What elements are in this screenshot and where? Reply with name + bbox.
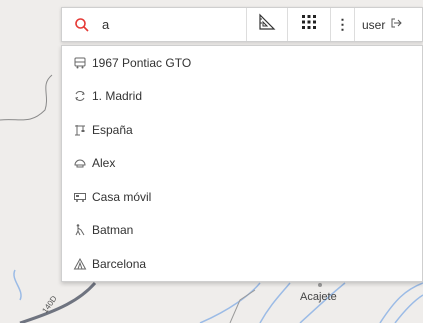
result-label: Barcelona bbox=[92, 256, 147, 271]
search-result-item[interactable]: España bbox=[62, 113, 422, 147]
search-result-item[interactable]: 1967 Pontiac GTO bbox=[62, 46, 422, 80]
crane-icon bbox=[73, 123, 87, 137]
result-label: 1. Madrid bbox=[92, 89, 143, 104]
search-result-item[interactable]: Barcelona bbox=[62, 247, 422, 281]
camper-icon bbox=[73, 190, 87, 204]
search-results-dropdown: 1967 Pontiac GTO 1. Madrid España Alex C… bbox=[61, 45, 423, 282]
result-label: 1967 Pontiac GTO bbox=[92, 55, 192, 70]
apps-button[interactable] bbox=[288, 8, 331, 41]
result-label: Casa móvil bbox=[92, 189, 152, 204]
user-label: user bbox=[362, 17, 386, 32]
top-toolbar: ⋮ user bbox=[61, 7, 423, 42]
search-result-item[interactable]: Casa móvil bbox=[62, 180, 422, 214]
search-result-item[interactable]: Batman bbox=[62, 214, 422, 248]
bus-icon bbox=[73, 56, 87, 70]
ruler-icon bbox=[258, 13, 276, 36]
recycle-icon bbox=[73, 89, 87, 103]
map-place-label: Acajete bbox=[300, 291, 337, 303]
tent-icon bbox=[73, 257, 87, 271]
measure-button[interactable] bbox=[247, 8, 288, 41]
more-menu-button[interactable]: ⋮ bbox=[331, 8, 355, 41]
search-input[interactable] bbox=[100, 16, 244, 33]
apps-grid-icon bbox=[301, 14, 317, 35]
search-icon[interactable] bbox=[74, 17, 90, 33]
result-label: Batman bbox=[92, 223, 134, 238]
search-result-item[interactable]: 1. Madrid bbox=[62, 80, 422, 114]
user-menu[interactable]: user bbox=[355, 8, 422, 41]
walker-icon bbox=[73, 223, 87, 237]
search-result-item[interactable]: Alex bbox=[62, 147, 422, 181]
result-label: España bbox=[92, 122, 133, 137]
helmet-icon bbox=[73, 156, 87, 170]
search-box[interactable] bbox=[62, 8, 247, 41]
result-label: Alex bbox=[92, 156, 116, 171]
logout-icon[interactable] bbox=[390, 17, 403, 32]
